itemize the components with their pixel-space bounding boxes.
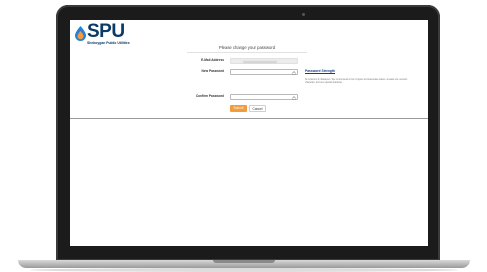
- water-drop-icon: [75, 26, 86, 41]
- title-divider: [187, 52, 307, 53]
- password-reveal-icon[interactable]: [292, 70, 296, 75]
- logo-subtitle: Sheboygan Public Utilities: [87, 41, 130, 45]
- email-field: [230, 58, 298, 64]
- confirm-password-label: Confirm Password: [195, 94, 224, 98]
- laptop-notch: [213, 260, 275, 263]
- cancel-button[interactable]: Cancel: [249, 105, 266, 112]
- email-label: E-Mail Address: [201, 58, 224, 62]
- password-strength-link[interactable]: Password Strength: [305, 69, 335, 74]
- password-reveal-icon[interactable]: [292, 95, 296, 100]
- content-divider: [70, 118, 428, 119]
- password-strength-description: At minimum 8 characters. We recommend a …: [305, 79, 408, 84]
- new-password-label: New Password: [201, 69, 225, 73]
- webcam-icon: [302, 13, 305, 16]
- page-title: Please change your password: [218, 45, 276, 50]
- email-value-redacted: [243, 60, 277, 63]
- logo-wordmark: SPU: [87, 21, 125, 42]
- new-password-field[interactable]: [230, 69, 298, 75]
- laptop-shadow: [30, 268, 458, 272]
- browser-screen: SPU Sheboygan Public Utilities Please ch…: [70, 20, 428, 246]
- submit-button[interactable]: Submit: [230, 105, 247, 112]
- spu-logo[interactable]: SPU Sheboygan Public Utilities: [75, 21, 155, 47]
- confirm-password-field[interactable]: [230, 94, 298, 100]
